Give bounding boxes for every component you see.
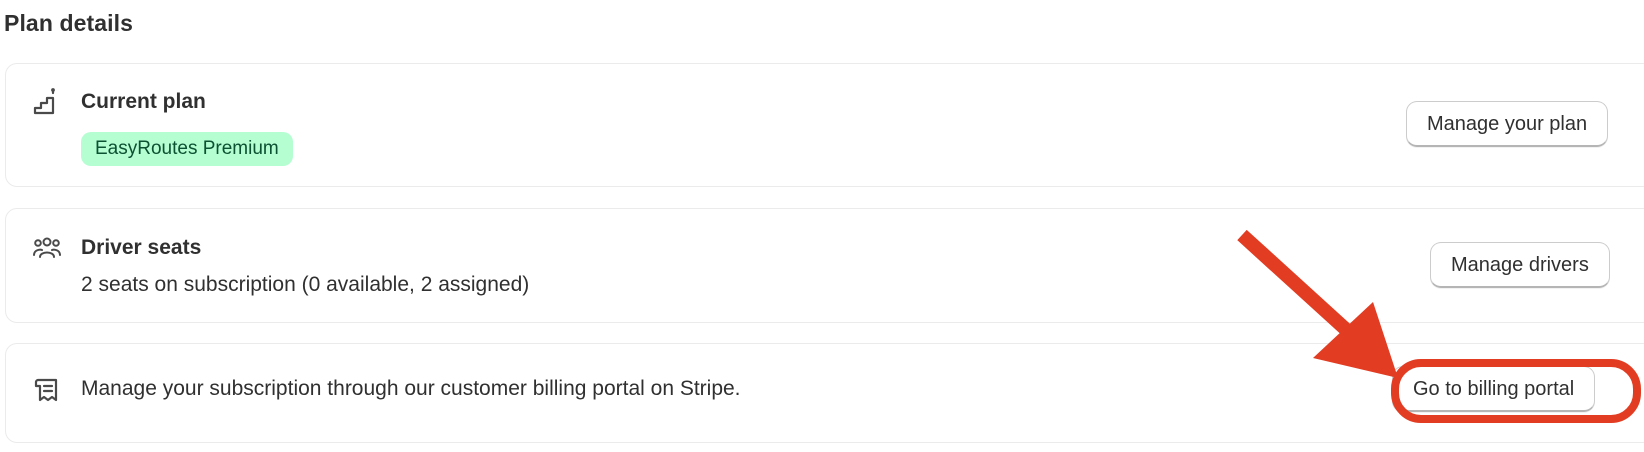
highlight-ring-annotation (1391, 359, 1641, 423)
page-title: Plan details (4, 10, 134, 36)
driver-seats-description: 2 seats on subscription (0 available, 2 … (81, 273, 530, 296)
current-plan-heading: Current plan (81, 90, 206, 113)
plan-badge: EasyRoutes Premium (81, 132, 293, 166)
receipt-icon (32, 375, 62, 405)
driver-seats-card: Driver seats 2 seats on subscription (0 … (5, 208, 1644, 323)
billing-description: Manage your subscription through our cus… (81, 377, 741, 400)
people-icon (32, 233, 62, 263)
current-plan-card: Current plan EasyRoutes Premium (5, 63, 1644, 187)
plan-details-page: Plan details Current plan EasyRoutes Pre… (0, 0, 1644, 452)
stairs-icon (32, 88, 62, 118)
driver-seats-heading: Driver seats (81, 236, 202, 259)
manage-plan-button[interactable]: Manage your plan (1406, 101, 1609, 147)
manage-drivers-button[interactable]: Manage drivers (1430, 242, 1610, 288)
